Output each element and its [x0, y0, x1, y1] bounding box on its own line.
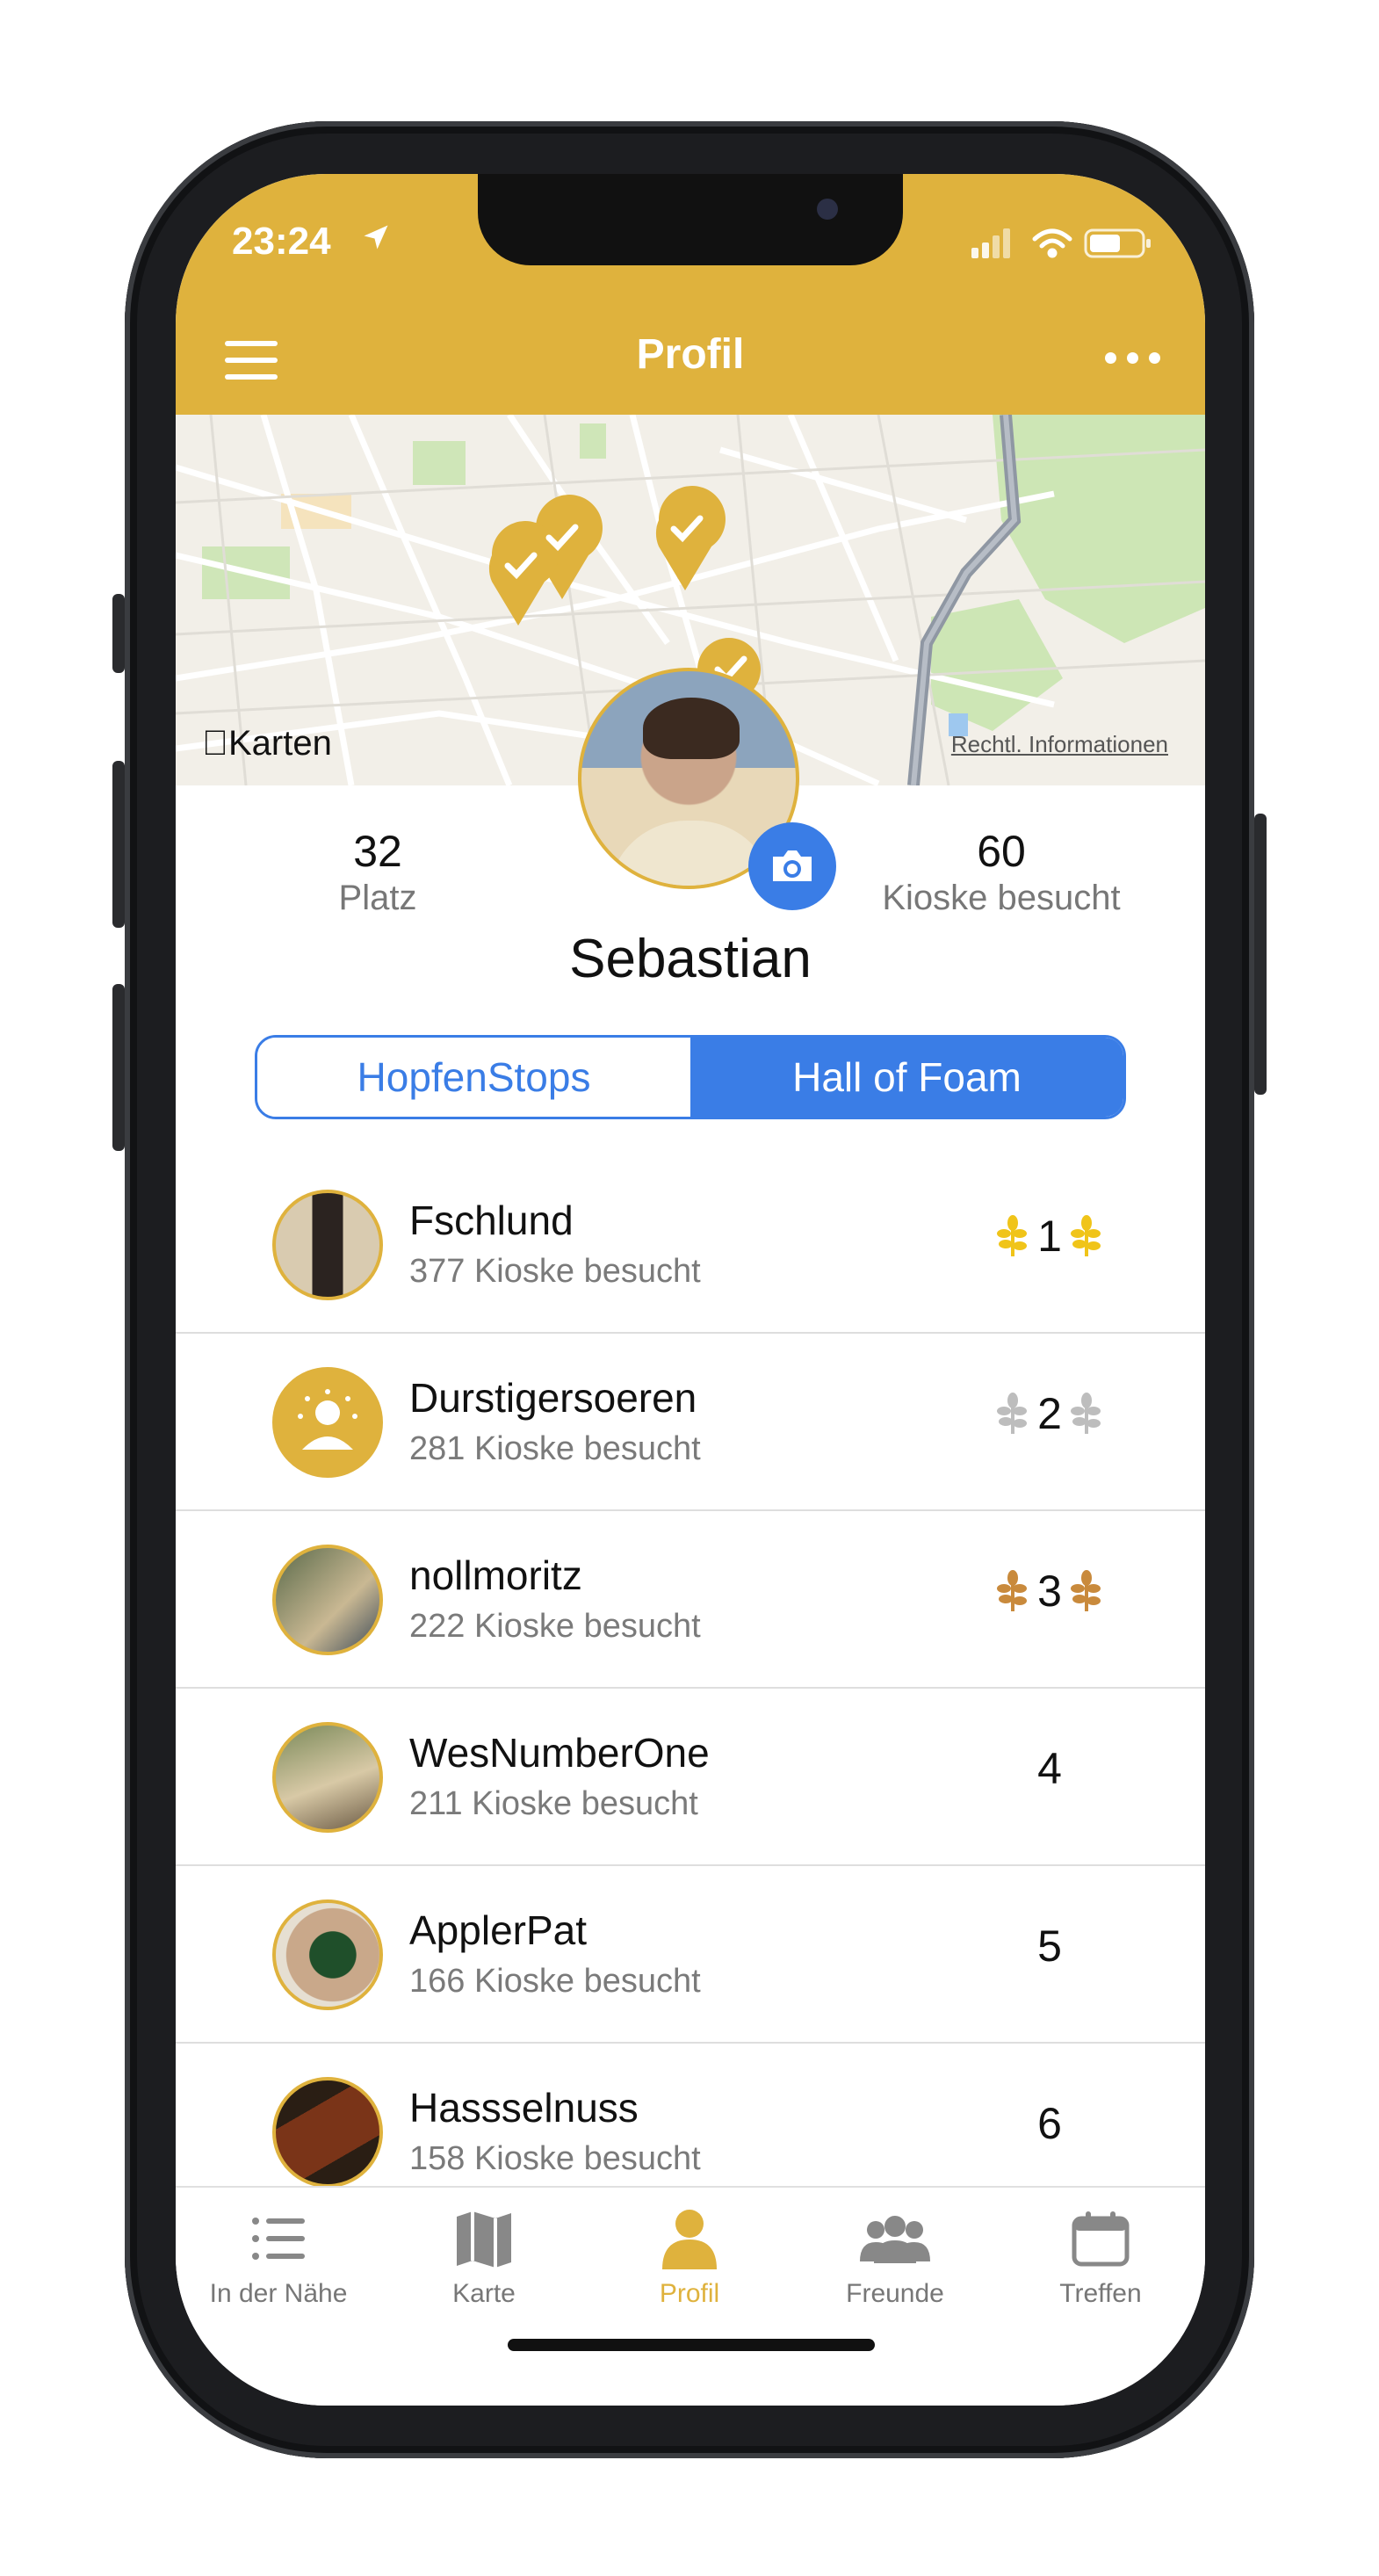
friends-icon: [860, 2216, 930, 2263]
rank-badge: 6: [984, 2098, 1115, 2149]
person-icon: [298, 1389, 357, 1450]
user-avatar: [272, 1722, 383, 1833]
profile-name: Sebastian: [569, 929, 812, 989]
user-avatar: [272, 1545, 383, 1655]
person-icon: [662, 2210, 717, 2269]
home-indicator[interactable]: [508, 2339, 875, 2351]
laurel-right-icon: [1070, 1215, 1101, 1256]
user-name: ApplerPat: [409, 1907, 588, 1953]
top-bar: 23:24 Profil: [176, 174, 1205, 415]
user-avatar: [272, 1190, 383, 1300]
notch: [478, 174, 903, 265]
user-name: nollmoritz: [409, 1552, 582, 1598]
signal-icon: [971, 228, 1010, 258]
laurel-right-icon: [1070, 1570, 1101, 1611]
tab-karte[interactable]: Karte: [381, 2205, 587, 2309]
user-avatar: [272, 1899, 383, 2010]
list-item[interactable]: Durstigersoeren 281 Kioske besucht 2: [176, 1334, 1205, 1511]
screen: 23:24 Profil Karten Rechtl. Informatione…: [176, 174, 1205, 2406]
calendar-icon: [1072, 2211, 1130, 2267]
rank-number: 4: [1037, 1744, 1062, 1793]
tab-hopfenstops[interactable]: HopfenStops: [257, 1038, 690, 1117]
list-item[interactable]: WesNumberOne 211 Kioske besucht 4: [176, 1689, 1205, 1866]
tab-freunde[interactable]: Freunde: [792, 2205, 998, 2309]
laurel-left-icon: [997, 1570, 1028, 1611]
user-name: Hassselnuss: [409, 2085, 639, 2131]
status-time: 23:24: [232, 220, 331, 263]
rank-badge: 1: [984, 1211, 1115, 1262]
camera-button[interactable]: [748, 822, 836, 910]
camera-icon: [773, 850, 812, 881]
user-visits: 377 Kioske besucht: [409, 1253, 701, 1290]
page-title: Profil: [636, 331, 745, 378]
kioske-value: 60: [977, 827, 1026, 876]
mute-switch: [112, 594, 125, 673]
leaderboard-list: Fschlund 377 Kioske besucht 1 Durstigers…: [176, 1156, 1205, 2221]
rank-number: 6: [1037, 2099, 1062, 2148]
kioske-stat: 60 Kioske besucht: [843, 826, 1159, 918]
tab-bar: In der Nähe Karte Profil Freunde Treffen: [176, 2186, 1205, 2406]
battery-icon: [1084, 228, 1151, 258]
rank-badge: 5: [984, 1921, 1115, 1972]
tab-label: Profil: [659, 2279, 720, 2308]
status-icons: [971, 228, 1151, 258]
user-name: WesNumberOne: [409, 1730, 710, 1776]
rank-label: Platz: [338, 879, 417, 917]
rank-number: 3: [1037, 1567, 1062, 1616]
user-visits: 222 Kioske besucht: [409, 1608, 701, 1645]
power-button: [1254, 814, 1267, 1095]
laurel-left-icon: [997, 1215, 1028, 1256]
tab-label: Freunde: [846, 2279, 944, 2308]
user-name: Fschlund: [409, 1198, 574, 1243]
tab-label: In der Nähe: [209, 2279, 348, 2308]
map-brand: Karten: [202, 724, 332, 763]
rank-badge: 3: [984, 1566, 1115, 1617]
tab-hall-of-foam[interactable]: Hall of Foam: [690, 1038, 1123, 1117]
user-visits: 166 Kioske besucht: [409, 1963, 701, 2000]
tab-profil[interactable]: Profil: [587, 2205, 792, 2309]
rank-stat: 32 Platz: [290, 826, 466, 918]
list-icon: [252, 2218, 305, 2260]
user-avatar-placeholder: [272, 1367, 383, 1478]
rank-number: 1: [1037, 1212, 1062, 1261]
laurel-right-icon: [1070, 1393, 1101, 1434]
list-item[interactable]: nollmoritz 222 Kioske besucht 3: [176, 1511, 1205, 1689]
rank-badge: 2: [984, 1388, 1115, 1439]
tab-in-der-naehe[interactable]: In der Nähe: [176, 2205, 381, 2309]
list-item[interactable]: Fschlund 377 Kioske besucht 1: [176, 1156, 1205, 1334]
user-visits: 211 Kioske besucht: [409, 1785, 698, 1822]
list-item[interactable]: ApplerPat 166 Kioske besucht 5: [176, 1866, 1205, 2044]
wifi-icon: [1032, 228, 1072, 258]
rank-value: 32: [353, 827, 402, 876]
map-icon: [457, 2211, 511, 2268]
rank-badge: 4: [984, 1743, 1115, 1794]
tab-treffen[interactable]: Treffen: [998, 2205, 1203, 2309]
location-arrow-icon: [364, 225, 388, 250]
user-name: Durstigersoeren: [409, 1375, 697, 1421]
user-avatar: [272, 2077, 383, 2188]
tab-label: Karte: [452, 2279, 516, 2308]
rank-number: 5: [1037, 1921, 1062, 1971]
kioske-label: Kioske besucht: [882, 879, 1121, 917]
laurel-left-icon: [997, 1393, 1028, 1434]
user-visits: 281 Kioske besucht: [409, 1430, 701, 1467]
volume-down-button: [112, 984, 125, 1151]
rank-number: 2: [1037, 1389, 1062, 1438]
more-icon[interactable]: [1105, 344, 1166, 371]
tab-label: Treffen: [1059, 2279, 1142, 2308]
volume-up-button: [112, 761, 125, 928]
legal-link[interactable]: Rechtl. Informationen: [951, 731, 1168, 758]
segmented-control: HopfenStops Hall of Foam: [255, 1035, 1126, 1119]
user-visits: 158 Kioske besucht: [409, 2140, 701, 2177]
